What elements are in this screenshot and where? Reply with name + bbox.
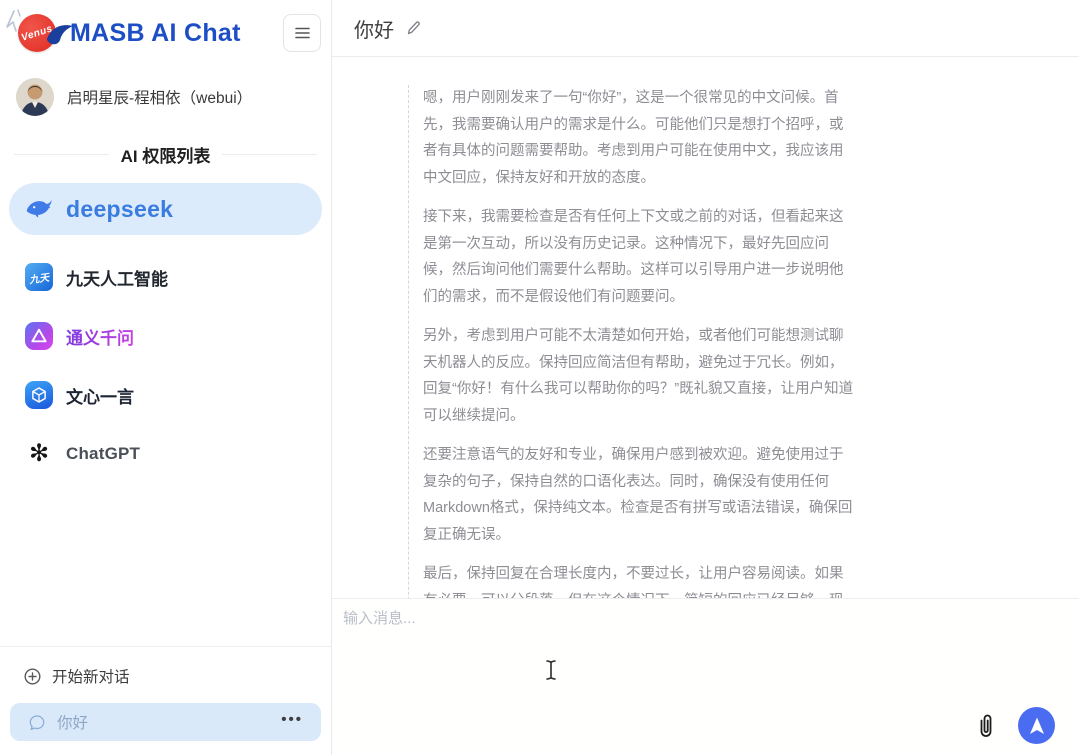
chat-header: 你好 [332,0,1079,57]
message-input[interactable] [343,607,903,717]
sidebar: Venus MASB AI Chat [0,0,332,755]
user-name: 启明星辰-程相依（webui） [67,86,252,108]
masb-logo: Venus [2,7,68,59]
divider [222,154,317,155]
deepseek-whale-icon [25,195,53,223]
chat-body: 嗯，用户刚刚发来了一句“你好”，这是一个很常见的中文问候。首先，我需要确认用户的… [332,57,1079,598]
edit-pencil-icon [406,20,421,36]
chat-bubble-icon [28,714,46,731]
assistant-thinking-message: 嗯，用户刚刚发来了一句“你好”，这是一个很常见的中文问候。首先，我需要确认用户的… [408,85,856,598]
user-profile: 启明星辰-程相依（webui） [0,62,331,128]
conversation-item[interactable]: 你好 ••• [10,703,321,741]
model-label: 九天人工智能 [66,265,168,290]
app-title: MASB AI Chat [70,19,241,48]
section-heading: AI 权限列表 [0,142,331,167]
message-paragraph: 嗯，用户刚刚发来了一句“你好”，这是一个很常见的中文问候。首先，我需要确认用户的… [423,85,856,191]
model-label: deepseek [66,196,173,223]
new-chat-plus-icon [24,668,41,685]
model-item-wenxin[interactable]: 文心一言 [9,369,322,421]
send-button[interactable] [1018,707,1055,744]
logo-row: Venus MASB AI Chat [0,0,331,62]
model-item-jiutian[interactable]: 九天 九天人工智能 [9,251,322,303]
chat-main: 你好 嗯，用户刚刚发来了一句“你好”，这是一个很常见的中文问候。首先，我需要确认… [332,0,1079,755]
sidebar-toggle-button[interactable] [283,14,321,52]
divider [14,154,109,155]
chatgpt-icon: ✻ [25,440,53,468]
app-window: Venus MASB AI Chat [0,0,1079,755]
model-label: ChatGPT [66,444,140,464]
section-title: AI 权限列表 [121,142,211,167]
avatar [16,78,54,116]
chat-title: 你好 [354,14,394,43]
new-chat-button[interactable]: 开始新对话 [0,657,331,695]
model-label: 文心一言 [66,383,134,408]
attach-button[interactable] [976,713,996,739]
logo-swoosh-icon [46,23,74,47]
composer [332,598,1079,755]
conversation-label: 你好 [57,711,88,733]
tongyi-icon [25,322,53,350]
edit-title-button[interactable] [406,20,421,36]
sidebar-toggle-icon [295,27,310,39]
message-paragraph: 最后，保持回复在合理长度内，不要过长，让用户容易阅读。如果有必要，可以分段落，但… [423,561,856,598]
message-paragraph: 接下来，我需要检查是否有任何上下文或之前的对话，但看起来这是第一次互动，所以没有… [423,204,856,310]
sidebar-bottom: 开始新对话 你好 ••• [0,646,331,755]
jiutian-icon: 九天 [25,263,53,291]
message-paragraph: 还要注意语气的友好和专业，确保用户感到被欢迎。避免使用过于复杂的句子，保持自然的… [423,442,856,548]
divider [0,646,331,647]
wenxin-icon [25,381,53,409]
conversation-menu-icon[interactable]: ••• [281,712,303,733]
model-label: 通义千问 [66,324,134,349]
composer-actions [976,707,1055,744]
attach-paperclip-icon [976,713,996,739]
send-arrow-icon [1027,716,1047,736]
message-paragraph: 另外，考虑到用户可能不太清楚如何开始，或者他们可能想测试聊天机器人的反应。保持回… [423,323,856,429]
new-chat-label: 开始新对话 [52,665,130,687]
model-item-tongyi[interactable]: 通义千问 [9,310,322,362]
model-list: deepseek 九天 九天人工智能 通义千问 [0,183,331,487]
model-item-deepseek[interactable]: deepseek [9,183,322,235]
model-item-chatgpt[interactable]: ✻ ChatGPT [9,428,322,480]
